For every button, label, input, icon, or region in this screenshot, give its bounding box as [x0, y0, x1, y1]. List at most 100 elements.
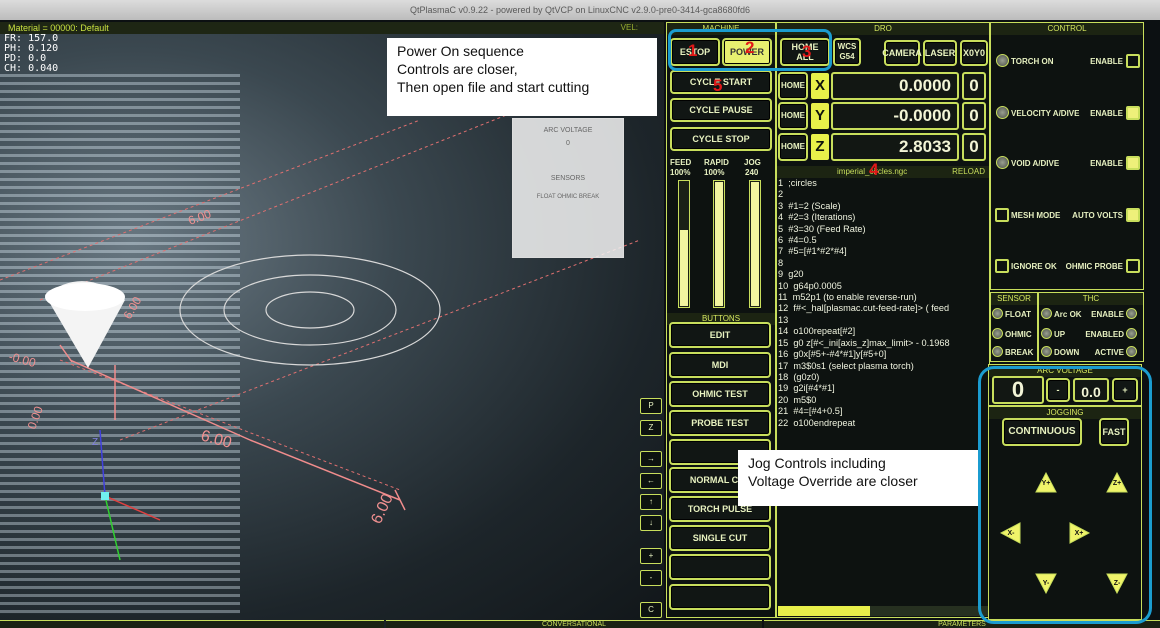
annotation-line: Controls are closer,: [397, 61, 518, 77]
wcs-button[interactable]: WCS G54: [833, 38, 861, 66]
axis-line-x: [249, 439, 401, 501]
file-header: imperial_circles.ngc RELOAD: [777, 166, 989, 178]
thc-led: [1041, 308, 1052, 319]
axis-tick: [394, 489, 406, 511]
pan-up-button[interactable]: ↑: [640, 494, 662, 510]
material-bar[interactable]: Material = 00000: Default VEL:: [0, 22, 664, 34]
control-label: IGNORE OK: [1011, 262, 1057, 271]
circle-inner: [265, 291, 355, 329]
axis-y-label: Y: [811, 103, 829, 129]
progress-fill: [778, 606, 871, 616]
thc-status-led: [1126, 328, 1137, 339]
clear-button[interactable]: C: [640, 602, 662, 618]
zoom-out-button[interactable]: -: [640, 570, 662, 586]
home-z-button[interactable]: HOME: [778, 133, 808, 161]
user-button[interactable]: EDIT: [669, 322, 771, 348]
jog-value: 240: [745, 168, 759, 177]
user-button[interactable]: OHMIC TEST: [669, 381, 771, 407]
view-p-button[interactable]: P: [640, 398, 662, 414]
thc-status-label: ENABLED: [1085, 330, 1124, 339]
gcode-line: 3 #1=2 (Scale): [778, 200, 841, 211]
annotation-number: 2: [745, 38, 755, 57]
thc-header: THC: [1039, 293, 1143, 305]
zero-z-button[interactable]: 0: [962, 133, 986, 161]
gcode-line: 13: [778, 314, 789, 325]
enable-checkbox[interactable]: [1126, 106, 1140, 120]
gcode-preview[interactable]: 6.00 6.00 -0.00 0.00 6.00 6.00 Z ARC VOL…: [0, 34, 664, 628]
pan-left-button[interactable]: ←: [640, 473, 662, 489]
control-option-label: AUTO VOLTS: [1072, 211, 1123, 220]
pan-down-button[interactable]: ↓: [640, 515, 662, 531]
grid-line: [119, 239, 641, 441]
zoom-in-button[interactable]: +: [640, 548, 662, 564]
gcode-line: 20 m5$0: [778, 394, 817, 405]
view-z-button[interactable]: Z: [640, 420, 662, 436]
inset-line: 0: [566, 140, 570, 147]
sensor-label: OHMIC: [1005, 330, 1032, 339]
jog-override-slider[interactable]: [749, 180, 761, 308]
override-fill: [680, 229, 688, 306]
torch-cone-top: [45, 283, 125, 311]
status-led: [996, 106, 1009, 119]
axis-tick: [59, 344, 73, 363]
home-x-button[interactable]: HOME: [778, 72, 808, 100]
cycle-pause-button[interactable]: CYCLE PAUSE: [670, 98, 772, 122]
vel-label: VEL:: [620, 23, 638, 32]
gcode-line: 18 (g0z0): [778, 371, 820, 382]
user-button[interactable]: MDI: [669, 352, 771, 378]
enable-checkbox[interactable]: [1126, 259, 1140, 273]
override-fill: [751, 182, 759, 306]
annotation-line: Jog Controls including: [748, 455, 886, 471]
zero-y-button[interactable]: 0: [962, 102, 986, 130]
control-label: TORCH ON: [1011, 57, 1054, 66]
mode-checkbox[interactable]: [995, 208, 1009, 222]
thc-led: [1041, 328, 1052, 339]
user-button[interactable]: PROBE TEST: [669, 410, 771, 436]
control-header: CONTROL: [991, 23, 1143, 35]
gcode-line: 11 m52p1 (to enable reverse-run): [778, 292, 917, 303]
circle-mid: [223, 274, 397, 346]
enable-checkbox[interactable]: [1126, 156, 1140, 170]
gcode-line: 19 g2i[#4*#1]: [778, 383, 835, 394]
reload-button[interactable]: RELOAD: [952, 166, 985, 178]
user-button[interactable]: [669, 584, 771, 610]
rapid-label: RAPID: [704, 158, 729, 167]
gcode-line: 12 f#<_hal[plasmac.cut-feed-rate]> ( fee…: [778, 303, 950, 314]
user-button[interactable]: SINGLE CUT: [669, 525, 771, 551]
thc-status-led: [1126, 346, 1137, 357]
pan-right-button[interactable]: →: [640, 451, 662, 467]
laser-button[interactable]: LASER: [923, 40, 957, 66]
control-option-label: ENABLE: [1090, 57, 1123, 66]
rapid-override-slider[interactable]: [713, 180, 725, 308]
tab-conversational[interactable]: CONVERSATIONAL: [386, 620, 762, 628]
preview-readout: FR: 157.0 PH: 0.120 PD: 0.0 CH: 0.040: [4, 34, 58, 74]
control-label: MESH MODE: [1011, 211, 1061, 220]
feed-value: 100%: [670, 168, 691, 177]
enable-checkbox[interactable]: [1126, 54, 1140, 68]
gcode-line: 21 #4=[#4+0.5]: [778, 406, 843, 417]
inset-line: FLOAT OHMIC BREAK: [536, 194, 600, 200]
gcode-line: 15 g0 z[#<_ini[axis_z]max_limit> - 0.196…: [778, 337, 950, 348]
tab-main[interactable]: [0, 620, 384, 628]
cycle-stop-button[interactable]: CYCLE STOP: [670, 127, 772, 151]
sensor-label: BREAK: [1005, 348, 1034, 357]
enable-checkbox[interactable]: [1126, 208, 1140, 222]
override-fill: [715, 182, 723, 306]
gcode-line: 1 ;circles: [778, 178, 817, 188]
feed-label: FEED: [670, 158, 692, 167]
gcode-line: 5 #3=30 (Feed Rate): [778, 223, 866, 234]
inset-line: SENSORS: [550, 175, 586, 182]
feed-override-slider[interactable]: [678, 180, 690, 308]
camera-button[interactable]: CAMERA: [882, 40, 922, 66]
gcode-line: 10 g64p0.0005: [778, 280, 842, 291]
control-option-label: OHMIC PROBE: [1065, 262, 1123, 271]
sensor-led: [992, 328, 1003, 339]
user-button[interactable]: [669, 554, 771, 580]
x0y0-button[interactable]: X0Y0: [960, 40, 988, 66]
mode-checkbox[interactable]: [995, 259, 1009, 273]
home-y-button[interactable]: HOME: [778, 102, 808, 130]
zero-x-button[interactable]: 0: [962, 72, 986, 100]
thc-status-led: [1126, 308, 1137, 319]
control-option-label: ENABLE: [1090, 159, 1123, 168]
gcode-editor[interactable]: 1 ;circles 2 3 #1=2 (Scale) 4 #2=3 (Iterati…: [778, 178, 990, 603]
